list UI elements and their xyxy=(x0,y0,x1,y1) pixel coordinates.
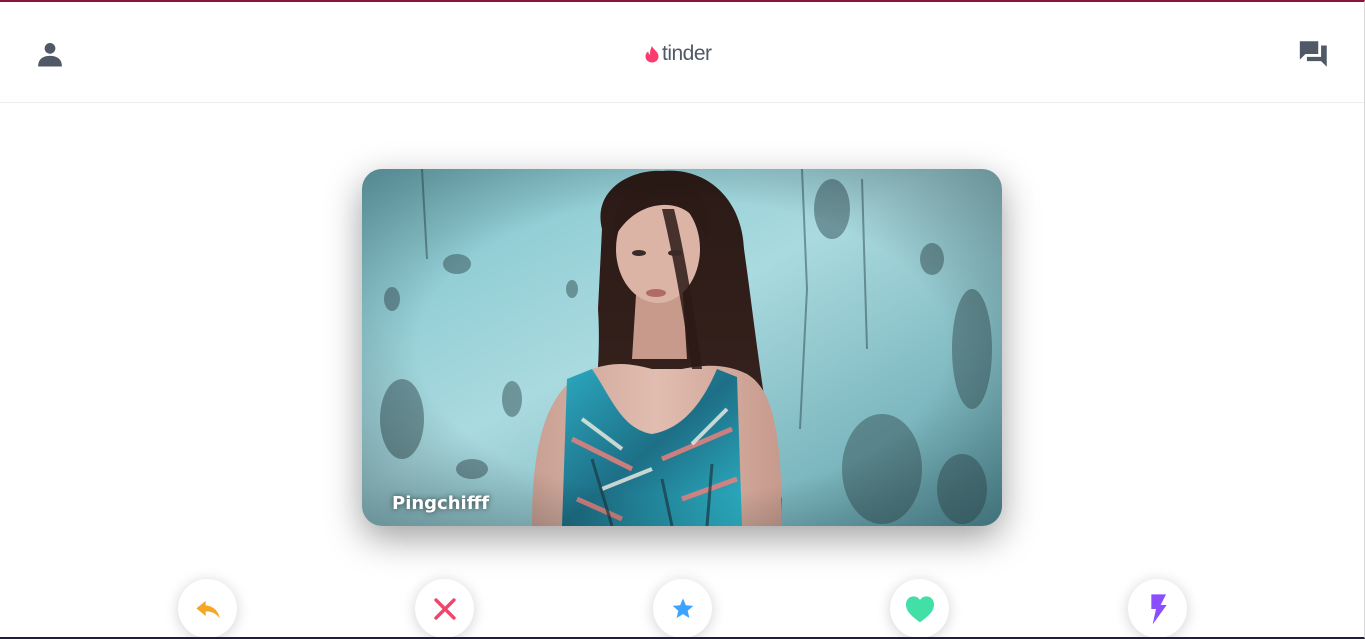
super-like-button[interactable] xyxy=(653,579,712,637)
profile-card[interactable]: Pingchifff xyxy=(362,169,1002,526)
top-bar: tinder xyxy=(0,2,1364,103)
person-icon xyxy=(38,43,62,67)
flame-icon xyxy=(645,46,659,63)
profile-button[interactable] xyxy=(32,36,68,72)
rewind-arrow-icon xyxy=(195,600,220,618)
tinder-logo[interactable]: tinder xyxy=(644,42,712,66)
star-icon xyxy=(672,598,693,618)
boost-button[interactable] xyxy=(1128,579,1187,637)
chat-bubbles-icon xyxy=(1299,41,1327,67)
heart-icon xyxy=(905,595,934,622)
app-page: tinder Pingchifff xyxy=(0,0,1365,639)
profile-name: Pingchifff xyxy=(392,493,490,514)
logo-text: tinder xyxy=(662,42,712,65)
nope-button[interactable] xyxy=(415,579,474,637)
like-button[interactable] xyxy=(890,579,949,637)
close-icon xyxy=(433,597,456,620)
profile-photo xyxy=(362,169,1002,526)
lightning-icon xyxy=(1150,593,1167,624)
rewind-button[interactable] xyxy=(178,579,237,637)
messages-button[interactable] xyxy=(1296,36,1332,72)
